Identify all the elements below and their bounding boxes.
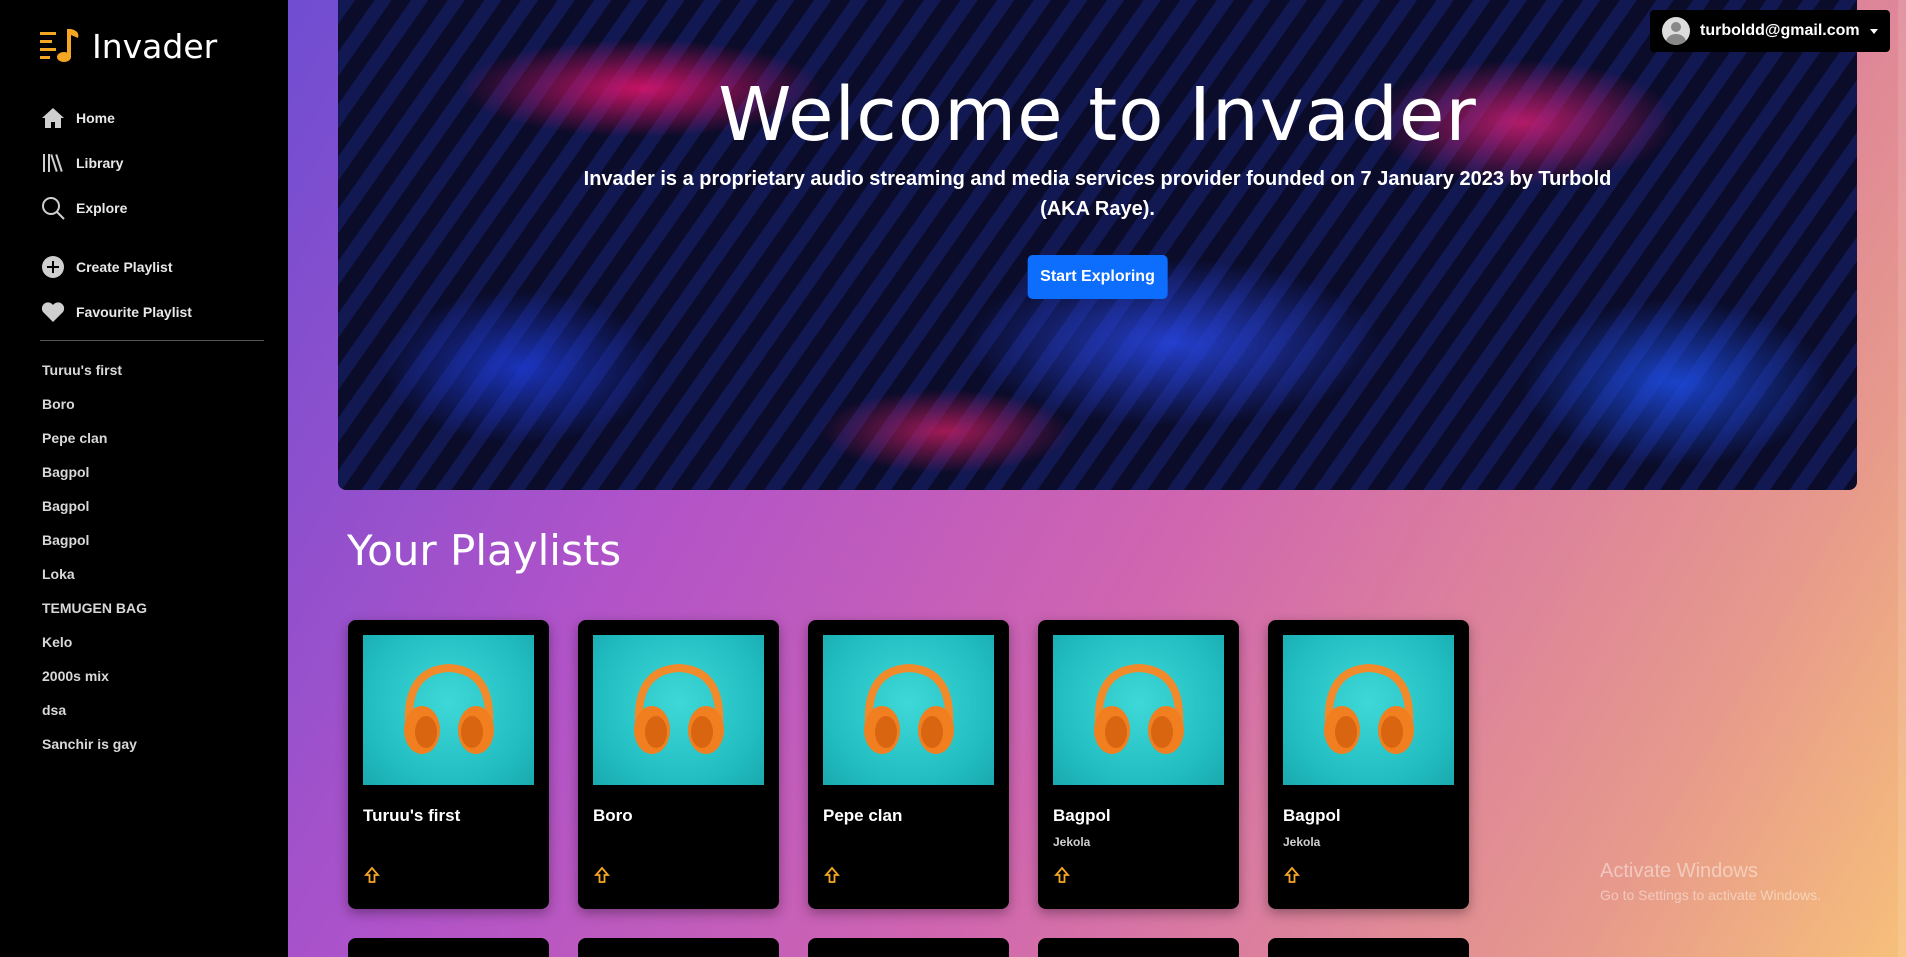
card-title: Turuu's first	[363, 806, 461, 825]
headphones-image	[1053, 635, 1224, 785]
nav-library[interactable]: Library	[40, 140, 270, 185]
library-icon	[40, 150, 66, 176]
headphones-image	[1283, 635, 1454, 785]
card-title: Bagpol	[1283, 806, 1341, 825]
home-icon	[40, 105, 66, 131]
hero-banner: Welcome to Invader Invader is a propriet…	[338, 0, 1857, 490]
sidebar-playlist-item[interactable]: 2000s mix	[42, 662, 147, 696]
activate-windows-watermark: Activate Windows Go to Settings to activ…	[1600, 860, 1821, 903]
nav-home-label: Home	[76, 109, 115, 126]
nav-library-label: Library	[76, 154, 124, 171]
playlist-card[interactable]	[348, 938, 549, 957]
favourite-playlist-button[interactable]: Favourite Playlist	[40, 289, 270, 334]
playlist-card[interactable]: Boro	[578, 620, 779, 909]
sidebar-playlist-item[interactable]: Boro	[42, 390, 147, 424]
card-title: Pepe clan	[823, 806, 903, 825]
headphones-image	[593, 635, 764, 785]
sidebar: Invader Home Library Explore Create Play…	[0, 0, 288, 957]
sidebar-playlist-item[interactable]: Bagpol	[42, 526, 147, 560]
caret-down-icon	[1870, 28, 1878, 34]
sidebar-playlist-item[interactable]: Sanchir is gay	[42, 730, 147, 764]
sidebar-playlist-item[interactable]: Bagpol	[42, 492, 147, 526]
playlist-card[interactable]: Turuu's first	[348, 620, 549, 909]
sidebar-playlist-item[interactable]: dsa	[42, 696, 147, 730]
app-name: Invader	[92, 26, 218, 66]
music-logo-icon	[40, 26, 84, 66]
card-subtitle: Jekola	[1053, 835, 1091, 849]
card-title: Boro	[593, 806, 633, 825]
app-logo[interactable]: Invader	[40, 26, 217, 66]
create-playlist-label: Create Playlist	[76, 258, 173, 275]
playlist-card[interactable]	[1268, 938, 1469, 957]
playlist-card[interactable]	[1038, 938, 1239, 957]
plus-circle-icon	[40, 254, 66, 280]
playlist-cards-next-row	[348, 938, 1498, 957]
heart-icon	[40, 299, 66, 325]
main-nav: Home Library Explore	[40, 95, 270, 230]
sidebar-playlist-item[interactable]: Pepe clan	[42, 424, 147, 458]
share-arrow-icon[interactable]	[363, 866, 381, 884]
avatar	[1662, 17, 1690, 45]
playlist-card[interactable]	[808, 938, 1009, 957]
sidebar-playlist-list: Turuu's first Boro Pepe clan Bagpol Bagp…	[42, 356, 147, 764]
playlist-card[interactable]: Bagpol Jekola	[1268, 620, 1469, 909]
share-arrow-icon[interactable]	[823, 866, 841, 884]
headphones-image	[363, 635, 534, 785]
scrollbar[interactable]	[1898, 0, 1906, 957]
section-title: Your Playlists	[347, 526, 622, 575]
sidebar-playlist-item[interactable]: Kelo	[42, 628, 147, 662]
nav-home[interactable]: Home	[40, 95, 270, 140]
playlist-cards: Turuu's first Boro Pepe clan Bagpol Jeko…	[348, 620, 1498, 909]
playlist-actions: Create Playlist Favourite Playlist	[40, 244, 270, 334]
sidebar-playlist-item[interactable]: TEMUGEN BAG	[42, 594, 147, 628]
user-email: turboldd@gmail.com	[1700, 22, 1860, 39]
nav-explore-label: Explore	[76, 199, 128, 216]
create-playlist-button[interactable]: Create Playlist	[40, 244, 270, 289]
search-icon	[40, 195, 66, 221]
hero-title: Welcome to Invader	[718, 72, 1477, 158]
card-subtitle: Jekola	[1283, 835, 1321, 849]
share-arrow-icon[interactable]	[1283, 866, 1301, 884]
sidebar-playlist-item[interactable]: Bagpol	[42, 458, 147, 492]
headphones-image	[823, 635, 994, 785]
playlist-card[interactable]: Bagpol Jekola	[1038, 620, 1239, 909]
nav-explore[interactable]: Explore	[40, 185, 270, 230]
playlist-card[interactable]	[578, 938, 779, 957]
favourite-playlist-label: Favourite Playlist	[76, 303, 192, 320]
sidebar-playlist-item[interactable]: Turuu's first	[42, 356, 147, 390]
sidebar-divider	[40, 340, 264, 341]
watermark-title: Activate Windows	[1600, 860, 1758, 882]
share-arrow-icon[interactable]	[593, 866, 611, 884]
hero-description: Invader is a proprietary audio streaming…	[583, 168, 1612, 220]
card-title: Bagpol	[1053, 806, 1111, 825]
start-exploring-button[interactable]: Start Exploring	[1027, 255, 1168, 299]
sidebar-playlist-item[interactable]: Loka	[42, 560, 147, 594]
watermark-subtitle: Go to Settings to activate Windows.	[1600, 887, 1821, 903]
user-menu-dropdown[interactable]: turboldd@gmail.com	[1650, 10, 1890, 52]
playlist-card[interactable]: Pepe clan	[808, 620, 1009, 909]
share-arrow-icon[interactable]	[1053, 866, 1071, 884]
main-content: Welcome to Invader Invader is a propriet…	[288, 0, 1906, 957]
